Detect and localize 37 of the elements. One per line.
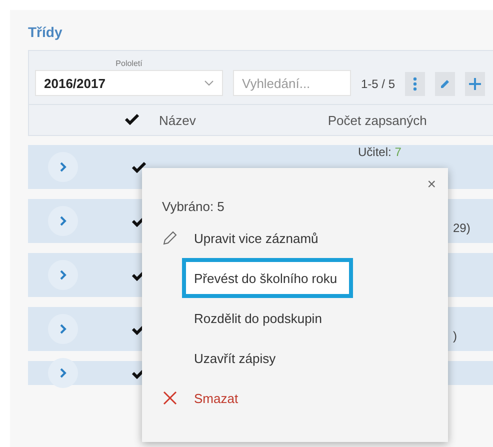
- pencil-icon: [162, 230, 178, 246]
- expand-button[interactable]: [48, 314, 78, 344]
- dots-icon: [413, 77, 418, 91]
- chevron-right-icon: [59, 368, 67, 378]
- selection-count: Vybráno: 5: [162, 199, 224, 214]
- paging-info: 1-5 / 5: [361, 76, 396, 93]
- checkbox[interactable]: [132, 161, 146, 173]
- menu-item[interactable]: Uzavřít zápisy: [182, 338, 292, 378]
- chevron-right-icon: [59, 324, 67, 334]
- chevron-right-icon: [59, 270, 67, 280]
- expand-button[interactable]: [48, 206, 78, 236]
- expand-button[interactable]: [48, 152, 78, 182]
- expand-button[interactable]: [48, 260, 78, 290]
- chevron-right-icon: [59, 162, 67, 172]
- delete-icon: [162, 390, 178, 406]
- search-field[interactable]: Vyhledání...: [233, 70, 351, 96]
- menu-item[interactable]: Převést do školního roku: [182, 258, 354, 298]
- menu-item[interactable]: Rozdělit do podskupin: [182, 298, 338, 338]
- menu-item[interactable]: Smazat: [182, 378, 254, 418]
- checkbox[interactable]: [125, 112, 139, 124]
- semester-select[interactable]: 2016/2017: [35, 70, 223, 96]
- edit-button[interactable]: [435, 72, 456, 96]
- more-button[interactable]: [405, 72, 426, 96]
- expand-button[interactable]: [48, 358, 78, 388]
- menu-item[interactable]: Upravit vice záznamů: [182, 218, 334, 258]
- field-label: Pololetí: [116, 59, 142, 68]
- column-header[interactable]: Počet zapsaných: [328, 112, 427, 128]
- chevron-right-icon: [59, 216, 67, 226]
- table-cell: Učitel: 7: [358, 145, 402, 159]
- table-cell: ): [453, 329, 457, 343]
- section-title: Třídy: [28, 24, 62, 42]
- chevron-down-icon: [204, 80, 214, 86]
- pencil-icon: [440, 79, 450, 89]
- plus-icon: [469, 78, 482, 90]
- column-header[interactable]: Název: [159, 112, 196, 128]
- add-button[interactable]: [465, 72, 486, 96]
- table-cell: 29): [453, 221, 470, 235]
